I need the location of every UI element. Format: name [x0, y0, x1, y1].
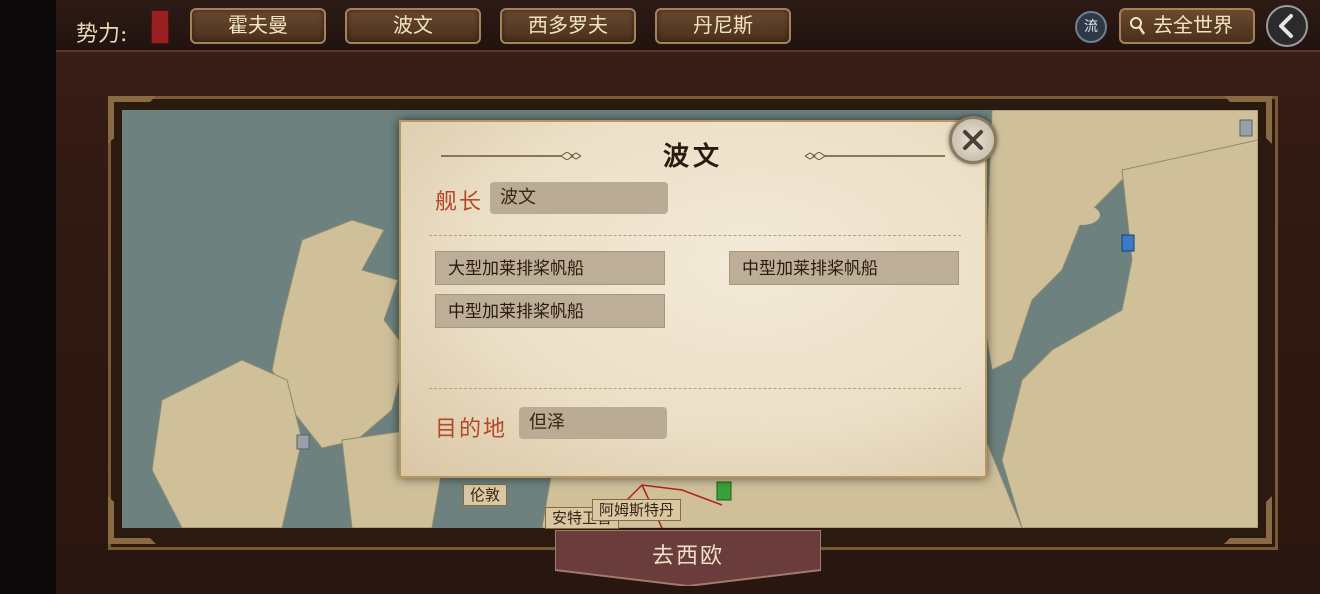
- search-icon: [1130, 17, 1145, 35]
- destination-label: 目的地: [435, 417, 508, 442]
- faction-flag-icon[interactable]: [151, 10, 169, 44]
- ship-item[interactable]: 中型加莱排桨帆船: [729, 251, 959, 285]
- frame-ornament-icon: [1224, 96, 1272, 144]
- back-button[interactable]: [1266, 5, 1308, 47]
- chevron-left-icon: [1279, 14, 1293, 38]
- city-label-amsterdam[interactable]: 阿姆斯特丹: [592, 499, 682, 521]
- faction-tab-sidorov[interactable]: 西多罗夫: [500, 8, 636, 44]
- close-button[interactable]: [949, 116, 997, 164]
- fleet-info-dialog: 波文 舰长 波文 大型加莱排桨帆船 中型加莱排桨帆船 中型加莱排桨帆船 目的地 …: [399, 116, 997, 478]
- title-ornament-right: [805, 152, 945, 160]
- go-west-europe-label: 去西欧: [651, 544, 724, 569]
- go-world-button[interactable]: 去全世界: [1119, 8, 1255, 44]
- faction-tab-hoffman[interactable]: 霍夫曼: [190, 8, 326, 44]
- frame-ornament-icon: [1224, 496, 1272, 544]
- faction-tab-bowen[interactable]: 波文: [345, 8, 481, 44]
- flow-toggle-button[interactable]: 流: [1075, 11, 1107, 43]
- ship-item[interactable]: 大型加莱排桨帆船: [435, 251, 665, 285]
- go-west-europe-button[interactable]: 去西欧: [554, 529, 822, 588]
- captain-label: 舰长: [435, 190, 484, 215]
- divider: [429, 235, 961, 236]
- divider: [429, 388, 961, 389]
- close-icon: [963, 130, 983, 150]
- city-label-london[interactable]: 伦敦: [463, 484, 508, 506]
- frame-ornament-icon: [108, 96, 156, 144]
- captain-value: 波文: [490, 182, 668, 214]
- faction-tab-dennis[interactable]: 丹尼斯: [655, 8, 791, 44]
- ship-item[interactable]: 中型加莱排桨帆船: [435, 294, 665, 328]
- faction-label: 势力:: [76, 22, 128, 47]
- go-world-label: 去全世界: [1153, 13, 1233, 37]
- destination-value: 但泽: [519, 407, 667, 439]
- frame-ornament-icon: [108, 496, 156, 544]
